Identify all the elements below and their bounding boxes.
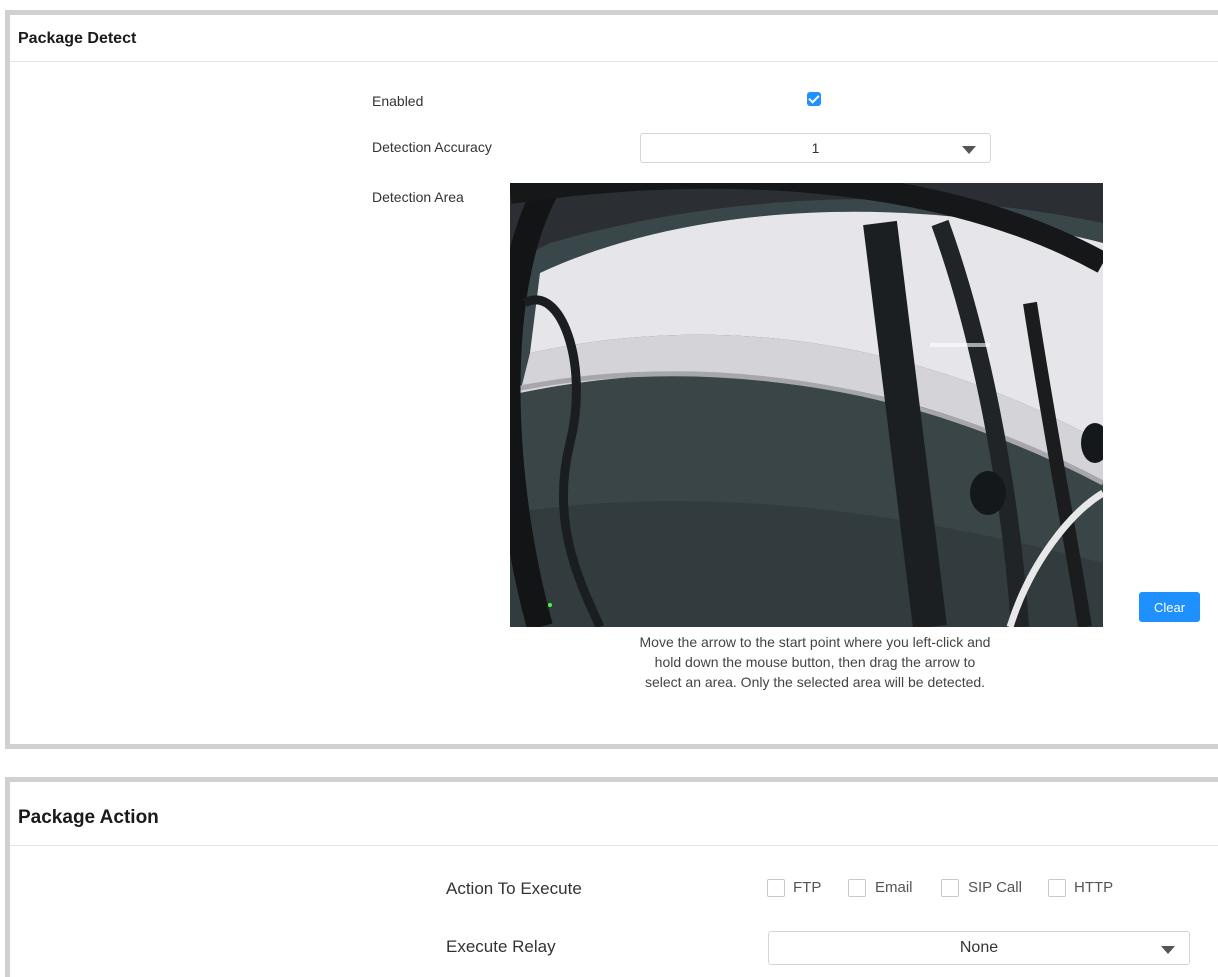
http-checkbox[interactable]: [1048, 879, 1066, 897]
enabled-checkbox[interactable]: [807, 92, 821, 106]
panel-title: Package Detect: [18, 30, 137, 47]
ftp-label: FTP: [793, 879, 822, 896]
sip-call-label: SIP Call: [968, 879, 1022, 896]
divider: [10, 845, 1218, 846]
package-action-panel: Package Action Action To Execute FTP Ema…: [5, 777, 1218, 977]
detection-accuracy-value: 1: [811, 140, 820, 156]
email-checkbox[interactable]: [848, 879, 866, 897]
detection-area-label: Detection Area: [372, 189, 464, 205]
panel-title: Package Action: [18, 807, 159, 828]
camera-image: [510, 183, 1103, 627]
divider: [10, 61, 1218, 62]
execute-relay-value: None: [959, 939, 999, 956]
sip-call-checkbox[interactable]: [941, 879, 959, 897]
package-detect-panel: Package Detect Enabled Detection Accurac…: [5, 10, 1218, 749]
enabled-label: Enabled: [372, 93, 424, 109]
ftp-checkbox[interactable]: [767, 879, 785, 897]
clear-button[interactable]: Clear: [1139, 592, 1200, 622]
detection-area-hint: Move the arrow to the start point where …: [639, 634, 991, 690]
action-to-execute-label: Action To Execute: [446, 879, 582, 898]
chevron-down-icon: [1161, 946, 1175, 954]
execute-relay-select[interactable]: None: [768, 931, 1190, 965]
http-label: HTTP: [1074, 879, 1114, 896]
execute-relay-label: Execute Relay: [446, 937, 556, 956]
detection-area-camera-view[interactable]: [510, 183, 1103, 627]
email-label: Email: [875, 879, 913, 896]
detection-accuracy-select[interactable]: 1: [640, 133, 991, 163]
detection-accuracy-label: Detection Accuracy: [372, 139, 492, 155]
chevron-down-icon: [962, 146, 976, 154]
